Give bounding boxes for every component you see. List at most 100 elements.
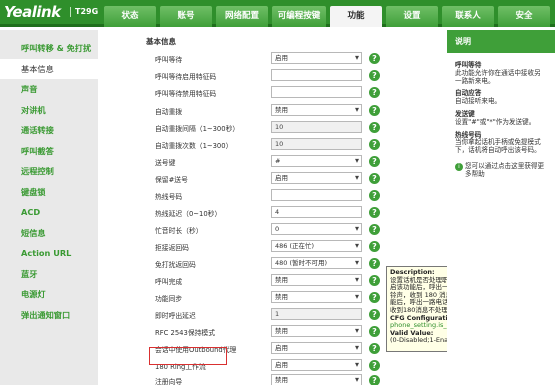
help-section-text: 当你拿起话机手柄或免提模式下，话机将自动呼出该号码。 (455, 138, 541, 155)
call-waiting-select[interactable]: 启用 (271, 52, 362, 64)
help-icon[interactable]: ? (369, 70, 380, 81)
call-waiting-on-code-input[interactable] (271, 69, 362, 81)
setting-label: 保留#送号 (155, 176, 188, 184)
sidebar-item-general[interactable]: 基本信息 (0, 58, 98, 79)
setting-label: 热线号码 (155, 193, 183, 201)
tab-status[interactable]: 状态 (104, 6, 156, 27)
help-panel-body: 呼叫等待 此功能允许你在通话中接收另一路新来电。 自动应答 自动接听来电。 发送… (447, 53, 555, 183)
sidebar-item-sms[interactable]: 短信息 (0, 223, 98, 244)
sidebar-item-action-url[interactable]: Action URL (0, 243, 98, 264)
help-icon[interactable]: ? (369, 241, 380, 252)
return-code-refuse-select[interactable]: 486 (正在忙) (271, 240, 362, 252)
help-icon[interactable]: ? (369, 207, 380, 218)
setting-row: 忙音时长（秒） 0 ? (98, 221, 443, 238)
help-icon[interactable]: ? (369, 375, 380, 385)
setting-row: 呼叫等待启用特征码 ? (98, 67, 443, 84)
sidebar-item-remote-control[interactable]: 远程控制 (0, 161, 98, 182)
time-out-for-dial-now-input[interactable]: 1 (271, 308, 362, 320)
hotline-number-input[interactable] (271, 189, 362, 201)
setting-label: 送号键 (155, 159, 176, 167)
setting-row: 送号键 # ? (98, 153, 443, 170)
sidebar-item-audio[interactable]: 声音 (0, 79, 98, 100)
sidebar-item-notification-popups[interactable]: 弹出通知窗口 (0, 305, 98, 326)
info-icon: i (455, 162, 463, 171)
help-icon[interactable]: ? (369, 258, 380, 269)
setting-label: 自动重拨 (155, 108, 183, 116)
top-header: Yealink T29G 状态 账号 网络配置 可编程按键 功能 设置 联系人 … (0, 0, 555, 27)
help-icon[interactable]: ? (369, 360, 380, 371)
setting-row: 呼叫等待 启用 ? (98, 50, 443, 67)
setting-label: 自动重拨次数（1~300） (155, 142, 233, 150)
tab-contacts[interactable]: 联系人 (442, 6, 494, 27)
help-icon[interactable]: ? (369, 105, 380, 116)
return-code-dnd-select[interactable]: 480 (暂时不可用) (271, 257, 362, 269)
model-label: T29G (70, 7, 98, 17)
section-title: 基本信息 (146, 37, 176, 46)
busy-tone-delay-select[interactable]: 0 (271, 223, 362, 235)
help-section-text: 自动接听来电。 (455, 97, 502, 106)
yealink-logo: Yealink (4, 3, 61, 21)
tab-dsskey[interactable]: 可编程按键 (272, 6, 326, 27)
help-panel: 说明 呼叫等待 此功能允许你在通话中接收另一路新来电。 自动应答 自动接听来电。… (447, 30, 555, 385)
setting-label: 免打扰返回码 (155, 261, 196, 269)
180-ring-workflow-select[interactable]: 启用 (271, 359, 362, 371)
hotline-delay-input[interactable]: 4 (271, 206, 362, 218)
help-icon[interactable]: ? (369, 343, 380, 354)
setting-label: 即时呼出延迟 (155, 312, 196, 320)
tab-settings[interactable]: 设置 (386, 6, 438, 27)
more-help-note[interactable]: i 您可以通过点击这里获得更多帮助 (455, 162, 547, 179)
setting-label: 自动重拨间隔（1~300秒） (155, 125, 240, 133)
tab-security[interactable]: 安全 (498, 6, 550, 27)
setting-label: RFC 2543保持模式 (155, 329, 216, 337)
reserve-pound-select[interactable]: 启用 (271, 172, 362, 184)
sidebar-item-acd[interactable]: ACD (0, 202, 98, 223)
setting-label: 注册向导 (155, 378, 183, 385)
setting-label: 呼叫完成 (155, 278, 183, 286)
auto-redial-interval-input[interactable]: 10 (271, 121, 362, 133)
setting-row: 自动重拨 禁用 ? (98, 102, 443, 119)
help-icon[interactable]: ? (369, 87, 380, 98)
send-key-select[interactable]: # (271, 155, 362, 167)
setting-row: 呼叫等待禁用特征码 ? (98, 84, 443, 101)
more-help-link[interactable]: 您可以通过点击这里获得更多帮助 (465, 162, 547, 179)
tab-account[interactable]: 账号 (160, 6, 212, 27)
highlight-box (149, 347, 227, 365)
help-icon[interactable]: ? (369, 53, 380, 64)
outbound-proxy-in-dialog-select[interactable]: 启用 (271, 342, 362, 354)
sidebar-item-forward-dnd[interactable]: 呼叫转移 & 免打扰 (0, 38, 98, 59)
help-icon[interactable]: ? (369, 139, 380, 150)
help-icon[interactable]: ? (369, 173, 380, 184)
tab-network[interactable]: 网络配置 (216, 6, 268, 27)
sidebar: 呼叫转移 & 免打扰 基本信息 声音 对讲机 通话转接 呼叫截答 远程控制 键盘… (0, 30, 98, 385)
setting-label: 热线延迟（0~10秒） (155, 210, 222, 218)
registration-wizard-select[interactable]: 禁用 (271, 374, 362, 385)
help-icon[interactable]: ? (369, 122, 380, 133)
help-icon[interactable]: ? (369, 156, 380, 167)
help-icon[interactable]: ? (369, 326, 380, 337)
auto-redial-times-input[interactable]: 10 (271, 138, 362, 150)
setting-label: 忙音时长（秒） (155, 227, 203, 235)
sidebar-item-bluetooth[interactable]: 蓝牙 (0, 264, 98, 285)
auto-redial-select[interactable]: 禁用 (271, 104, 362, 116)
help-icon[interactable]: ? (369, 224, 380, 235)
sidebar-item-pickup[interactable]: 呼叫截答 (0, 141, 98, 162)
main-tabs: 状态 账号 网络配置 可编程按键 功能 设置 联系人 安全 (104, 6, 554, 27)
setting-row: 自动重拨次数（1~300） 10 ? (98, 136, 443, 153)
call-waiting-off-code-input[interactable] (271, 86, 362, 98)
setting-label: 呼叫等待启用特征码 (155, 73, 217, 81)
help-section-text: 此功能允许你在通话中接收另一路新来电。 (455, 68, 541, 85)
setting-label: 拒接返回码 (155, 244, 189, 252)
sidebar-item-intercom[interactable]: 对讲机 (0, 100, 98, 121)
help-section-text: 设置"#"或"*"作为发送键。 (455, 117, 536, 126)
sidebar-item-power-led[interactable]: 电源灯 (0, 284, 98, 305)
help-icon[interactable]: ? (369, 275, 380, 286)
tab-features[interactable]: 功能 (330, 6, 382, 27)
help-icon[interactable]: ? (369, 190, 380, 201)
call-completion-select[interactable]: 禁用 (271, 274, 362, 286)
help-icon[interactable]: ? (369, 309, 380, 320)
rfc2543-hold-select[interactable]: 禁用 (271, 325, 362, 337)
sidebar-item-transfer[interactable]: 通话转接 (0, 120, 98, 141)
help-icon[interactable]: ? (369, 292, 380, 303)
sidebar-item-keypad-lock[interactable]: 键盘锁 (0, 182, 98, 203)
feature-sync-select[interactable]: 禁用 (271, 291, 362, 303)
